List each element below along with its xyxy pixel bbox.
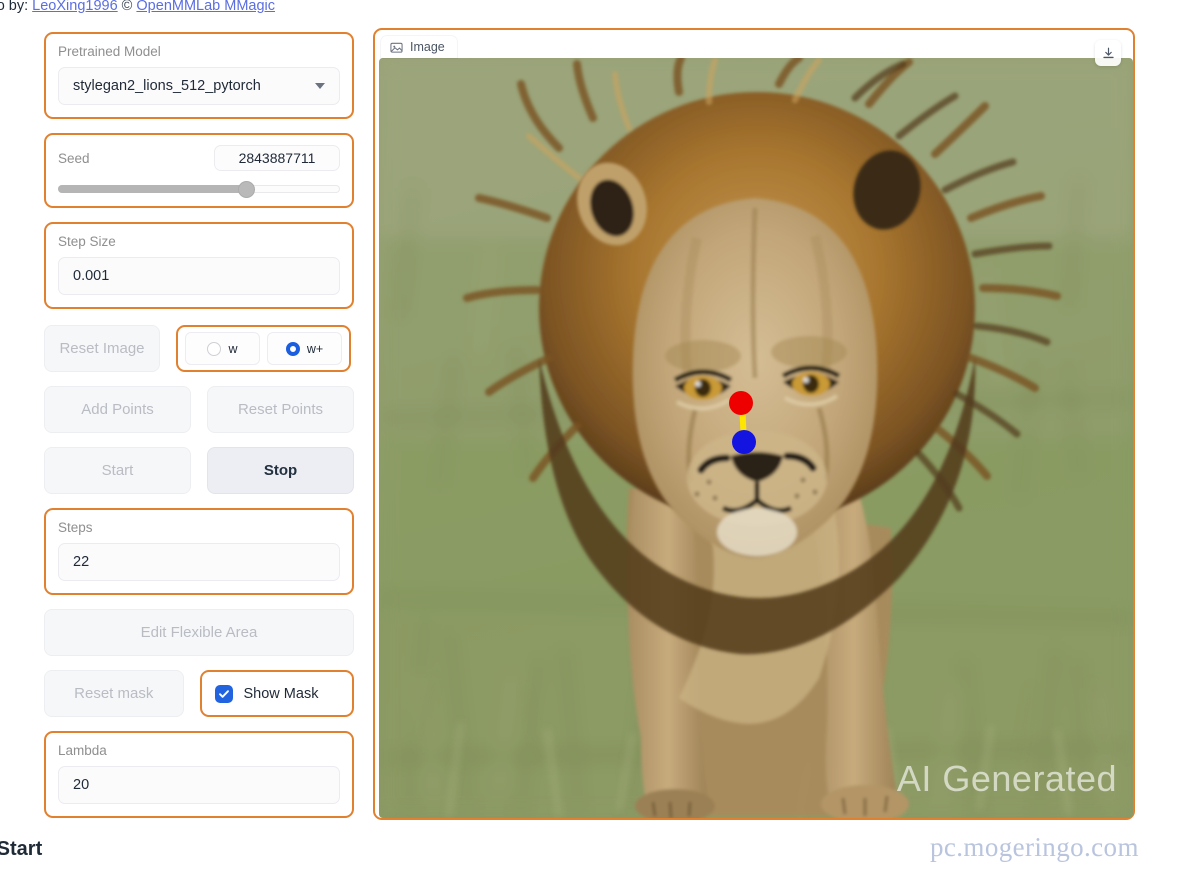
header-separator: © bbox=[117, 0, 137, 14]
image-icon bbox=[390, 41, 403, 54]
reset-image-button[interactable]: Reset Image bbox=[44, 325, 160, 372]
lambda-input[interactable]: 20 bbox=[58, 766, 340, 804]
steps-card: Steps 22 bbox=[44, 508, 354, 595]
download-icon[interactable] bbox=[1095, 40, 1121, 66]
steps-value: 22 bbox=[73, 554, 90, 570]
seed-input[interactable]: 2843887711 bbox=[214, 145, 340, 171]
seed-card: Seed 2843887711 bbox=[44, 133, 354, 208]
radio-dot-w bbox=[207, 341, 222, 356]
quick-start-heading: k Start bbox=[0, 838, 43, 860]
mask-row: Reset mask Show Mask bbox=[44, 670, 354, 717]
radio-option-wplus[interactable]: w+ bbox=[267, 332, 342, 365]
step-size-value: 0.001 bbox=[73, 268, 110, 284]
edit-flexible-area-button[interactable]: Edit Flexible Area bbox=[44, 609, 354, 656]
tab-image-label: Image bbox=[410, 40, 445, 54]
step-size-card: Step Size 0.001 bbox=[44, 222, 354, 309]
points-button-row: Add Points Reset Points bbox=[44, 386, 354, 433]
seed-slider[interactable] bbox=[58, 181, 340, 198]
lambda-value: 20 bbox=[73, 777, 90, 793]
site-watermark: pc.mogeringo.com bbox=[930, 832, 1139, 862]
radio-dot-wplus-selected bbox=[285, 341, 300, 356]
reset-points-button[interactable]: Reset Points bbox=[207, 386, 354, 433]
step-size-input[interactable]: 0.001 bbox=[58, 257, 340, 295]
control-panel: Pretrained Model stylegan2_lions_512_pyt… bbox=[44, 32, 354, 832]
generated-image[interactable]: AI Generated bbox=[379, 58, 1133, 818]
show-mask-checkbox[interactable]: Show Mask bbox=[199, 670, 354, 717]
lambda-card: Lambda 20 bbox=[44, 731, 354, 818]
latent-space-radio-group: w w+ bbox=[176, 325, 351, 372]
app-root: o Demo by: LeoXing1996 © OpenMMLab MMagi… bbox=[0, 0, 1181, 872]
tab-image[interactable]: Image bbox=[381, 36, 457, 58]
seed-slider-fill bbox=[58, 185, 245, 193]
radio-label-w: w bbox=[228, 341, 238, 356]
page-header: o Demo by: LeoXing1996 © OpenMMLab MMagi… bbox=[0, 0, 275, 14]
header-prefix: o Demo by: bbox=[0, 0, 29, 14]
step-size-label: Step Size bbox=[58, 234, 116, 249]
target-point bbox=[732, 430, 756, 454]
pretrained-model-label: Pretrained Model bbox=[58, 44, 161, 59]
org-link[interactable]: OpenMMLab MMagic bbox=[136, 0, 275, 14]
stop-button[interactable]: Stop bbox=[207, 447, 354, 494]
pretrained-model-card: Pretrained Model stylegan2_lions_512_pyt… bbox=[44, 32, 354, 119]
pretrained-model-dropdown[interactable]: stylegan2_lions_512_pytorch bbox=[58, 67, 340, 105]
checkmark-icon bbox=[214, 684, 233, 703]
seed-value: 2843887711 bbox=[238, 150, 316, 166]
reset-and-latent-row: Reset Image w w+ bbox=[44, 325, 354, 372]
seed-slider-thumb[interactable] bbox=[238, 181, 256, 198]
steps-label: Steps bbox=[58, 520, 93, 535]
radio-label-wplus: w+ bbox=[306, 341, 324, 356]
add-points-button[interactable]: Add Points bbox=[44, 386, 191, 433]
show-mask-label: Show Mask bbox=[243, 685, 319, 702]
handle-point bbox=[729, 391, 753, 415]
steps-input[interactable]: 22 bbox=[58, 543, 340, 581]
lambda-label: Lambda bbox=[58, 743, 107, 758]
start-button[interactable]: Start bbox=[44, 447, 191, 494]
chevron-down-icon bbox=[315, 83, 325, 89]
reset-mask-button[interactable]: Reset mask bbox=[44, 670, 184, 717]
pretrained-model-value: stylegan2_lions_512_pytorch bbox=[73, 78, 261, 94]
radio-option-w[interactable]: w bbox=[185, 332, 260, 365]
lion-scene bbox=[379, 58, 1133, 818]
image-panel: Image AI Generated bbox=[373, 28, 1135, 820]
seed-label: Seed bbox=[58, 150, 90, 166]
run-button-row: Start Stop bbox=[44, 447, 354, 494]
author-link[interactable]: LeoXing1996 bbox=[32, 0, 117, 14]
